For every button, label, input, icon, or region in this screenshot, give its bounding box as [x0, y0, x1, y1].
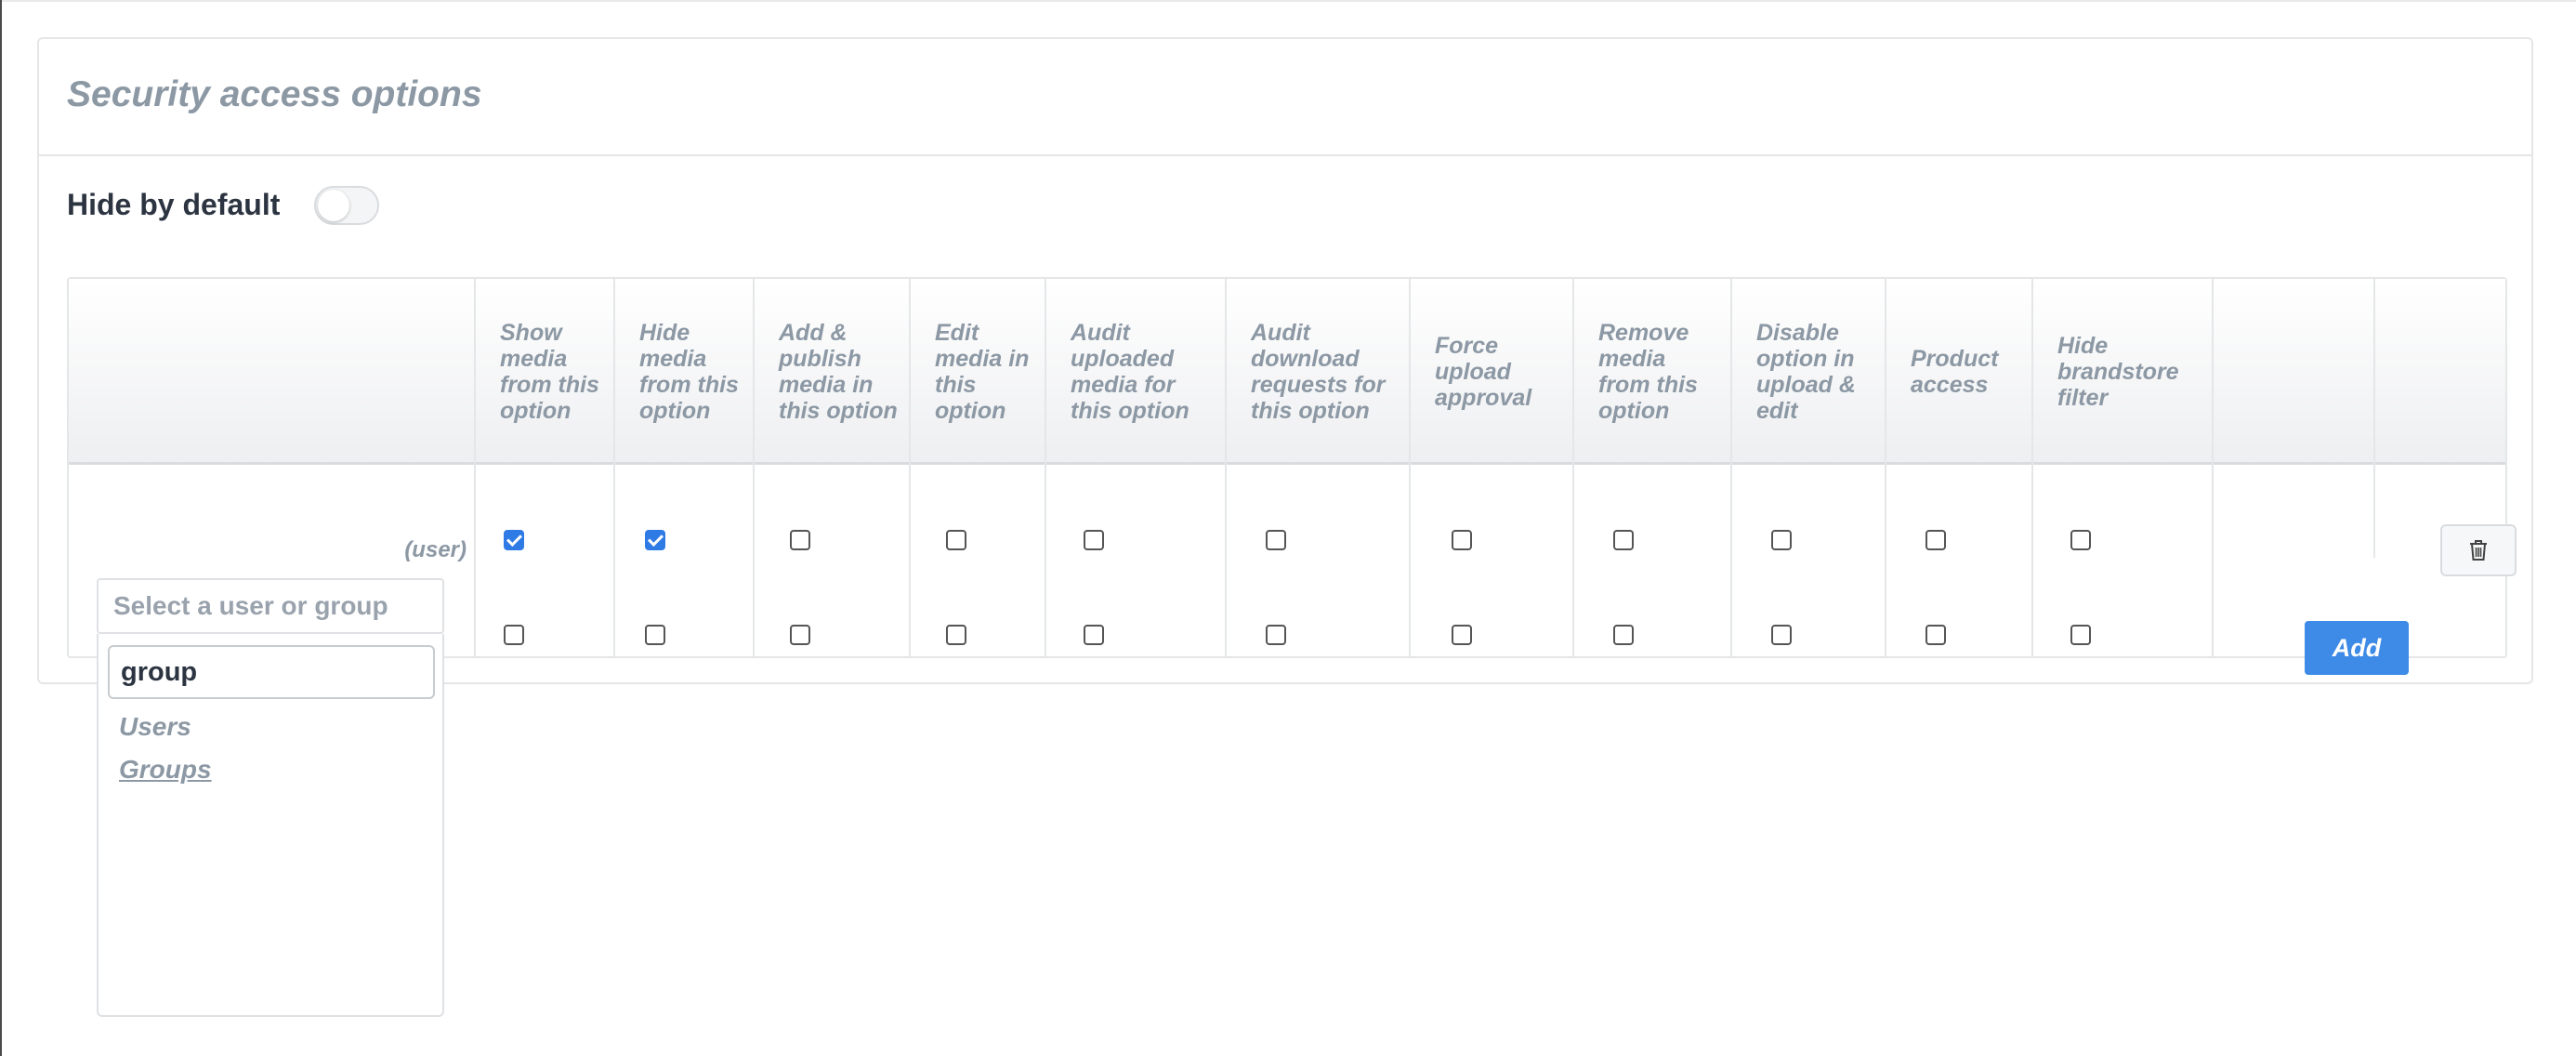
column-header: Show media from this option: [500, 320, 599, 424]
permission-checkbox[interactable]: [946, 530, 966, 550]
new-row-permission-checkbox[interactable]: [1084, 625, 1104, 645]
permission-checkbox[interactable]: [1266, 530, 1286, 550]
column-separator: [2373, 279, 2375, 558]
new-row-permission-checkbox[interactable]: [946, 625, 966, 645]
panel-title: Security access options: [67, 74, 482, 114]
permission-checkbox[interactable]: [1613, 530, 1634, 550]
column-header: Audit download requests for this option: [1251, 320, 1386, 424]
permission-checkbox[interactable]: [2070, 530, 2091, 550]
permission-checkbox[interactable]: [1771, 530, 1792, 550]
trash-icon: [2470, 540, 2487, 561]
add-button[interactable]: Add: [2305, 621, 2409, 675]
new-row-permission-checkbox[interactable]: [2070, 625, 2091, 645]
new-row-permission-checkbox[interactable]: [1613, 625, 1634, 645]
column-header: Audit uploaded media for this option: [1071, 320, 1189, 424]
permission-checkbox[interactable]: [1925, 530, 1946, 550]
column-header: Disable option in upload & edit: [1756, 320, 1856, 424]
top-border: [0, 0, 2576, 2]
dropdown-search-input[interactable]: group: [108, 645, 435, 699]
permission-checkbox[interactable]: [504, 530, 524, 550]
user-group-select[interactable]: Select a user or group: [97, 578, 444, 634]
new-row-permission-checkbox[interactable]: [1771, 625, 1792, 645]
row-user-label: (user): [404, 537, 467, 562]
toggle-knob: [318, 190, 349, 221]
column-header: Remove media from this option: [1598, 320, 1698, 424]
new-row-permission-checkbox[interactable]: [1266, 625, 1286, 645]
hide-by-default-toggle[interactable]: [314, 186, 379, 225]
permission-checkbox[interactable]: [645, 530, 665, 550]
column-header: Edit media in this option: [935, 320, 1030, 424]
dropdown-option-groups[interactable]: Groups: [119, 755, 212, 785]
column-header: Hide media from this option: [639, 320, 739, 424]
new-row-permission-checkbox[interactable]: [1925, 625, 1946, 645]
new-row-permission-checkbox[interactable]: [645, 625, 665, 645]
delete-row-button[interactable]: [2440, 524, 2517, 576]
dropdown-option-users[interactable]: Users: [119, 712, 191, 742]
panel-header: Security access options: [39, 39, 2531, 156]
column-header: Product access: [1911, 346, 1999, 398]
column-separator: [2212, 279, 2214, 656]
hide-by-default-label: Hide by default: [67, 188, 281, 221]
permission-checkbox[interactable]: [1084, 530, 1104, 550]
new-row-permission-checkbox[interactable]: [504, 625, 524, 645]
column-header: Hide brandstore filter: [2057, 333, 2179, 411]
permission-checkbox[interactable]: [1452, 530, 1472, 550]
column-header: Add & publish media in this option: [779, 320, 898, 424]
new-row-permission-checkbox[interactable]: [790, 625, 810, 645]
new-row-permission-checkbox[interactable]: [1452, 625, 1472, 645]
permission-checkbox[interactable]: [790, 530, 810, 550]
column-header: Force upload approval: [1435, 333, 1532, 411]
user-group-dropdown: group Users Groups: [97, 634, 444, 1017]
window-edge: [0, 0, 2, 1056]
